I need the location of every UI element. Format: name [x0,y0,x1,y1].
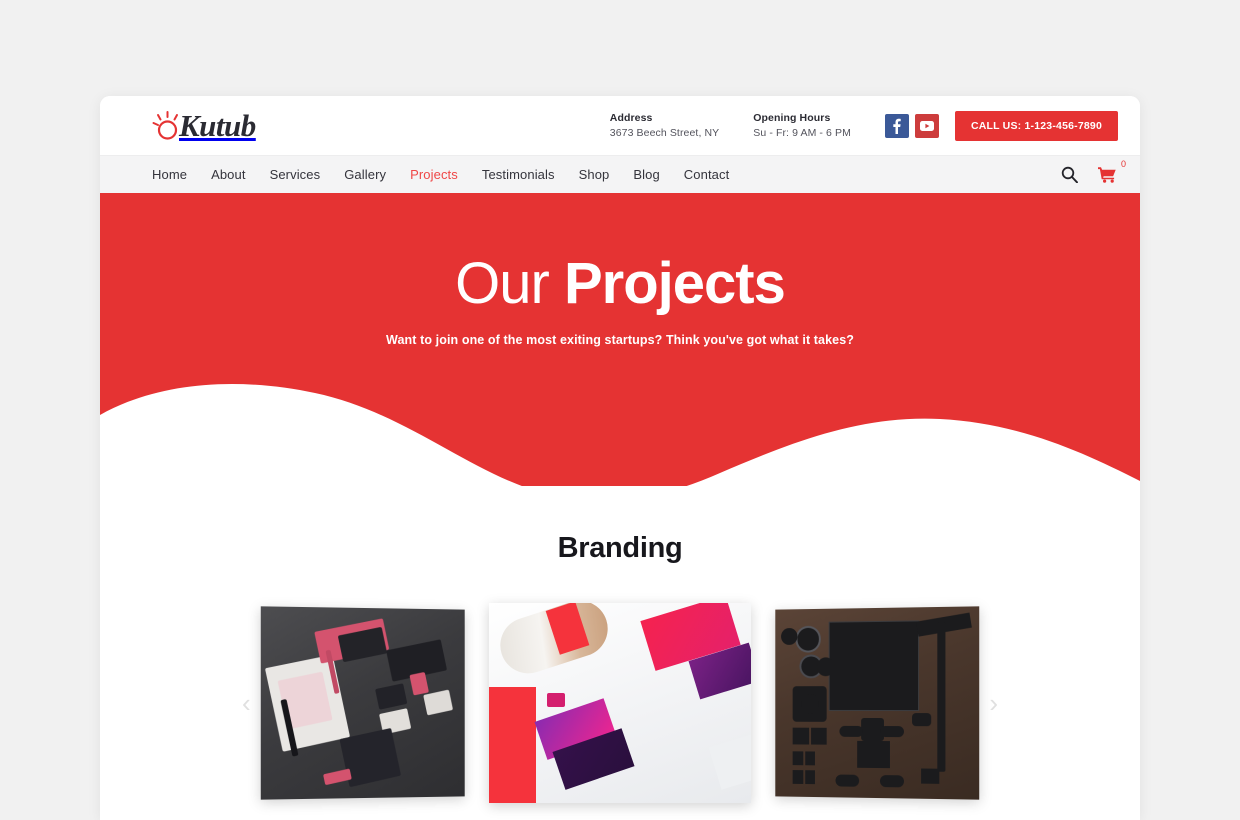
site-logo[interactable]: Kutub [152,109,256,143]
shopping-cart-icon[interactable]: 0 [1098,159,1126,183]
sun-circle-icon [152,109,182,143]
carousel-slide[interactable] [489,603,751,803]
opening-hours-value: Su - Fr: 9 AM - 6 PM [753,127,851,139]
nav-item-shop[interactable]: Shop [579,167,610,182]
page-title: Our Projects [100,255,1140,313]
project-thumbnail-camera-gear[interactable] [775,606,980,800]
nav-item-home[interactable]: Home [152,167,187,182]
nav-item-gallery[interactable]: Gallery [344,167,386,182]
main-navigation: Home About Services Gallery Projects Tes… [100,155,1140,193]
carousel-next-icon[interactable]: › [989,690,998,716]
youtube-icon[interactable] [914,113,939,138]
hero-banner: Our Projects Want to join one of the mos… [100,193,1140,487]
nav-item-testimonials[interactable]: Testimonials [482,167,555,182]
site-page: Kutub Address 3673 Beech Street, NY Open… [100,96,1140,820]
hero-subtitle: Want to join one of the most exiting sta… [386,333,854,347]
top-bar: Kutub Address 3673 Beech Street, NY Open… [100,96,1140,155]
address-value: 3673 Beech Street, NY [609,127,720,139]
pink-branding-image [489,603,751,803]
nav-item-blog[interactable]: Blog [633,167,659,182]
opening-hours-block: Opening Hours Su - Fr: 9 AM - 6 PM [753,112,851,139]
nav-links: Home About Services Gallery Projects Tes… [152,167,729,182]
opening-hours-label: Opening Hours [753,112,831,124]
nav-item-projects[interactable]: Projects [410,167,458,182]
social-links [884,113,939,138]
page-title-bold: Projects [563,251,786,316]
nav-item-contact[interactable]: Contact [684,167,730,182]
projects-carousel: ‹ › [100,603,1140,803]
camera-gear-image [775,606,980,800]
logo-wordmark: Kutub [179,107,256,143]
dark-stationery-image [260,606,465,800]
page-title-light: Our [455,251,550,316]
wave-divider [100,383,1140,487]
section-heading: Branding [557,532,683,564]
nav-item-about[interactable]: About [211,167,245,182]
nav-item-services[interactable]: Services [270,167,321,182]
call-us-button[interactable]: CALL US: 1-123-456-7890 [954,110,1118,141]
carousel-slides [100,603,1140,803]
carousel-slide[interactable] [773,606,980,800]
facebook-icon[interactable] [884,113,909,138]
carousel-slide[interactable] [260,606,467,800]
projects-section: Branding ‹ › [100,486,1140,820]
address-block: Address 3673 Beech Street, NY [610,112,720,139]
address-label: Address [609,112,653,124]
project-thumbnail-dark-stationery[interactable] [260,606,465,800]
project-thumbnail-pink-branding[interactable] [489,603,751,803]
search-icon[interactable] [1061,166,1078,183]
cart-count-badge: 0 [1120,159,1126,169]
carousel-prev-icon[interactable]: ‹ [242,690,251,716]
hero-content: Our Projects Want to join one of the mos… [100,193,1140,348]
nav-utility-icons: 0 [1061,159,1126,183]
